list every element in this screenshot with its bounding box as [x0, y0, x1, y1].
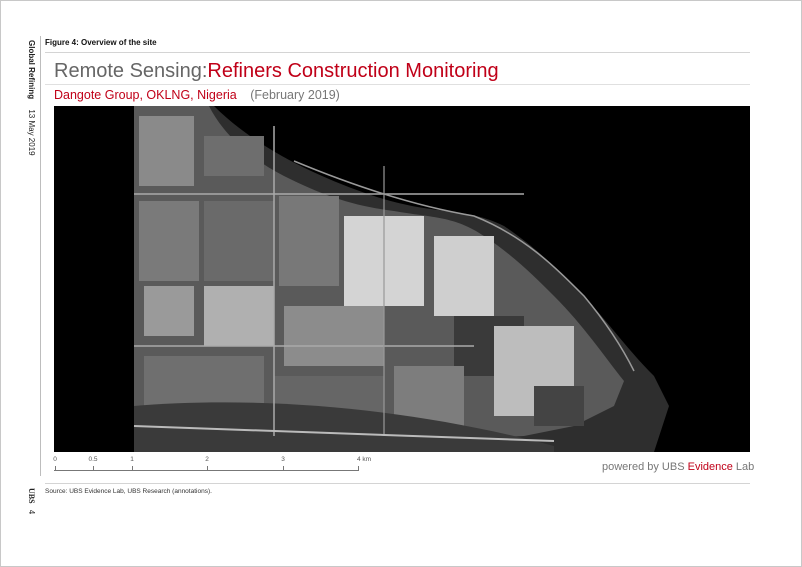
- side-rule: [40, 36, 41, 476]
- image-date: (February 2019): [250, 88, 340, 102]
- scale-tick: [55, 466, 56, 471]
- data-credit: powered by UBS Evidence Lab: [602, 461, 754, 473]
- divider: [45, 52, 750, 53]
- credit-accent: Evidence: [687, 461, 733, 473]
- scale-label: 4 km: [356, 456, 372, 463]
- scale-label: 0: [53, 456, 57, 463]
- scale-tick: [132, 466, 133, 471]
- report-name: Global Refining: [27, 40, 36, 100]
- scale-label: 1: [130, 456, 134, 463]
- site-location: Dangote Group, OKLNG, Nigeria: [54, 88, 237, 102]
- scale-tick: [358, 466, 359, 471]
- source-note: Source: UBS Evidence Lab, UBS Research (…: [45, 488, 212, 495]
- figure-caption: Figure 4: Overview of the site: [45, 38, 157, 47]
- scale-tick: [93, 466, 94, 471]
- scale-bar: 0 0.5 1 2 3 4 km: [53, 456, 384, 476]
- satellite-image: [54, 106, 750, 452]
- scale-tick: [207, 466, 208, 471]
- running-header: Global Refining 13 May 2019: [27, 40, 36, 156]
- ubs-logo: UBS: [27, 488, 36, 504]
- scale-line: [54, 470, 358, 471]
- divider: [45, 84, 750, 85]
- divider: [45, 483, 750, 484]
- page-number: 4: [27, 509, 36, 515]
- satellite-image-drawing: [54, 106, 750, 452]
- credit-prefix: powered by UBS: [602, 461, 688, 473]
- title-prefix: Remote Sensing:: [54, 60, 208, 82]
- scale-tick: [283, 466, 284, 471]
- scale-label: 2: [205, 456, 209, 463]
- credit-suffix: Lab: [732, 461, 755, 473]
- scale-label: 0.5: [88, 456, 98, 463]
- figure-subtitle: Dangote Group, OKLNG, Nigeria (February …: [54, 88, 340, 102]
- scale-label: 3: [281, 456, 285, 463]
- running-footer: UBS 4: [27, 488, 36, 514]
- figure-title: Remote Sensing:Refiners Construction Mon…: [54, 60, 499, 83]
- report-date: 13 May 2019: [27, 109, 36, 156]
- title-accent: Refiners Construction Monitoring: [207, 60, 499, 82]
